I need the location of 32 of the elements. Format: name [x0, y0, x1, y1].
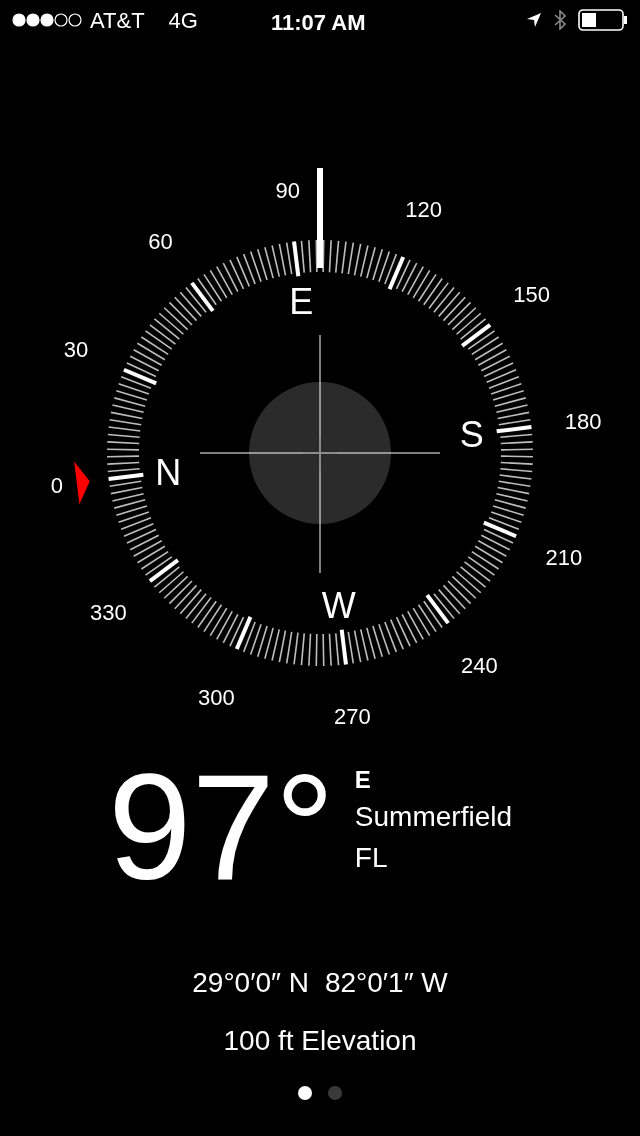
cardinal-letter: W [321, 584, 356, 626]
cardinal-letter: N [155, 451, 182, 493]
degree-label: 30 [63, 337, 89, 363]
degree-label: 60 [148, 229, 173, 255]
degree-label: 150 [513, 281, 550, 307]
degree-label: 210 [545, 544, 583, 570]
degree-label: 270 [333, 704, 371, 729]
network-type: 4G [168, 6, 198, 35]
degree-label: 90 [275, 178, 300, 203]
degree-label: 120 [405, 197, 442, 223]
region-name: FL [354, 841, 389, 875]
bluetooth-icon [554, 10, 566, 30]
direction-label: E [354, 765, 372, 795]
status-time: 11:07 AM [271, 9, 366, 37]
degree-label: 180 [564, 408, 602, 434]
crosshair-icon [199, 334, 441, 574]
degree-label: 0 [50, 473, 64, 499]
degree-label: 240 [461, 652, 498, 678]
coordinate-text: 82°0′1″ W [324, 966, 448, 1000]
degree-label: 300 [198, 684, 235, 710]
cardinal-letter: E [289, 281, 314, 323]
carrier-name: AT&T [90, 6, 145, 35]
cardinal-letter: S [459, 414, 484, 456]
coordinate-text: 29°0′0″ N [192, 966, 309, 1000]
place-name: Summerfield [354, 800, 512, 834]
location-arrow-icon [526, 12, 542, 28]
north-pointer-icon [74, 461, 90, 505]
elevation-text: 100 ft Elevation [223, 1024, 417, 1058]
signal-icon [12, 13, 82, 27]
degree-label: 330 [90, 600, 127, 626]
heading-reading: 97° [108, 752, 335, 902]
battery-icon [578, 9, 628, 31]
